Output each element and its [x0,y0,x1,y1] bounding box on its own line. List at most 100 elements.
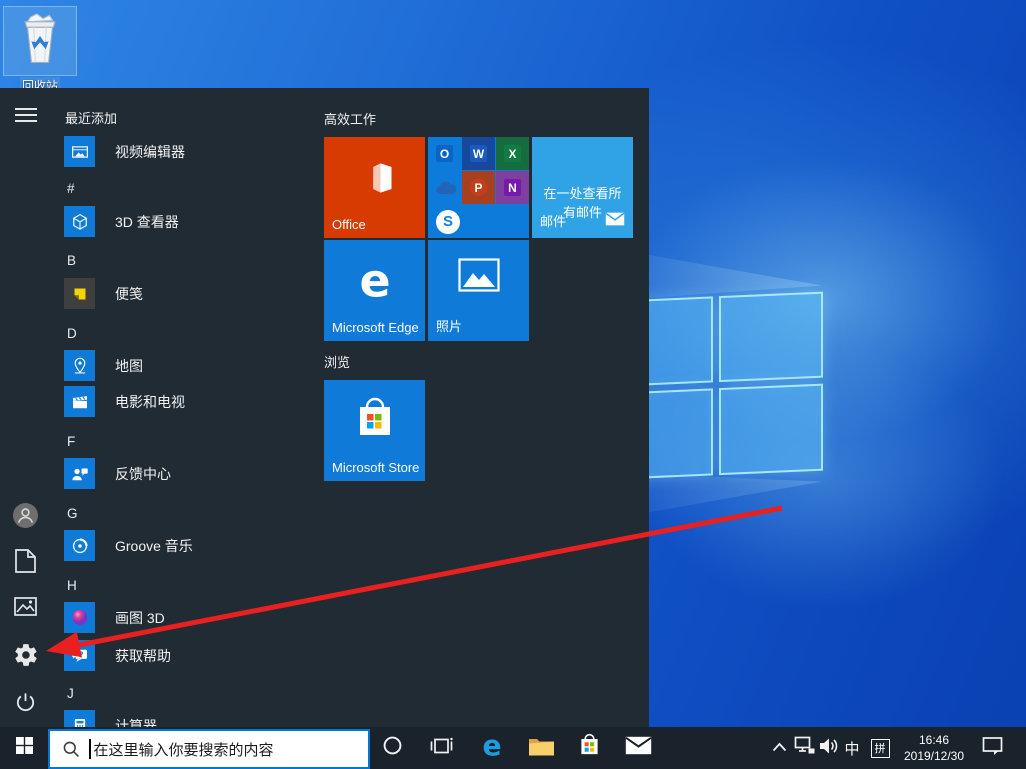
gear-icon [13,655,39,672]
mail-envelope-icon [625,736,652,760]
app-list-letter[interactable]: H [67,578,77,593]
app-list-letter[interactable]: B [67,253,76,268]
app-list-letter[interactable]: G [67,506,78,521]
pictures-icon [14,603,37,620]
tile-office-apps-grid[interactable]: O W X P N S [428,137,529,238]
text-caret [89,739,91,759]
file-explorer-button[interactable] [524,727,558,769]
document-icon [15,560,36,577]
network-icon [794,736,815,760]
app-list-item-feedback-hub[interactable]: 反馈中心 [64,458,95,489]
tile-label: Microsoft Edge [332,320,419,335]
settings-button[interactable] [13,642,39,673]
recycle-bin-icon [15,12,65,71]
mail-taskbar-button[interactable] [621,727,655,769]
app-list-item-calculator[interactable]: 计算器 [64,710,95,727]
app-list-letter[interactable]: J [67,686,74,701]
onenote-icon: N [496,171,529,204]
windows-logo-pane [719,384,823,476]
store-icon [324,394,425,444]
tile-office[interactable]: Office [324,137,425,238]
outlook-icon: O [428,137,461,170]
clock-tray-button[interactable]: 16:46 2019/12/30 [897,732,971,764]
app-list-item-paint-3d[interactable]: 画图 3D [64,602,95,633]
cortana-icon [382,735,403,761]
desktop-screen: 回收站 [0,0,1026,769]
tile-label: 照片 [436,316,462,335]
taskbar-search-input[interactable]: 在这里输入你要搜索的内容 [48,729,370,769]
app-list-item-groove-music[interactable]: Groove 音乐 [64,530,95,561]
app-list-letter[interactable]: F [67,434,75,449]
tile-group-header-productivity: 高效工作 [324,109,376,128]
task-view-icon [430,735,454,762]
office-icon [324,155,425,201]
onedrive-icon [428,171,461,204]
app-list-item-video-editor[interactable]: 视频编辑器 [64,136,95,167]
paint-3d-icon [64,602,95,633]
recycle-bin-desktop-icon[interactable]: 回收站 [3,6,77,95]
search-icon [62,740,81,759]
movies-tv-icon [64,386,95,417]
pictures-button[interactable] [14,597,37,621]
ime-mode-label: 拼 [871,739,890,758]
start-menu-expand-button[interactable] [15,107,37,128]
edge-icon: e [324,258,425,308]
power-icon [14,701,37,718]
recently-added-header: 最近添加 [65,108,117,127]
user-avatar-icon [13,515,38,532]
action-center-button[interactable] [976,727,1008,769]
tile-label: 邮件 [540,211,566,230]
mail-envelope-icon [605,212,625,229]
store-taskbar-button[interactable] [572,727,606,769]
documents-button[interactable] [15,549,36,578]
feedback-hub-icon [64,458,95,489]
speaker-icon [819,737,840,760]
app-list-item-movies-tv[interactable]: 电影和电视 [64,386,95,417]
app-list-item-maps[interactable]: 地图 [64,350,95,381]
powerpoint-icon: P [462,171,495,204]
tile-microsoft-edge[interactable]: e Microsoft Edge [324,240,425,341]
windows-start-icon [16,737,33,759]
tile-photos[interactable]: 照片 [428,240,529,341]
calculator-icon [64,710,95,727]
tile-label: Microsoft Store [332,460,419,475]
power-button[interactable] [14,691,37,719]
task-view-button[interactable] [425,727,459,769]
app-list-letter[interactable]: D [67,326,77,341]
app-list-item-get-help[interactable]: ? 获取帮助 [64,640,95,671]
sticky-notes-icon [64,278,95,309]
clock-date: 2019/12/30 [897,748,971,764]
tile-microsoft-store[interactable]: Microsoft Store [324,380,425,481]
chevron-up-icon [772,739,787,757]
hamburger-icon [15,110,37,127]
word-icon: W [462,137,495,170]
groove-music-icon [64,530,95,561]
photos-icon [428,258,529,292]
skype-icon: S [428,205,529,238]
app-list-item-sticky-notes[interactable]: 便笺 [64,278,95,309]
app-list-item-3d-viewer[interactable]: 3D 查看器 [64,206,95,237]
tile-group-header-explore: 浏览 [324,352,350,371]
video-editor-icon [64,136,95,167]
cortana-button[interactable] [375,727,409,769]
taskbar: 在这里输入你要搜索的内容 e [0,727,1026,769]
tile-label: Office [332,217,366,232]
windows-logo-pane [719,292,823,383]
start-menu: 最近添加 视频编辑器 # 3D 查看器 B 便笺 D 地图 [0,88,649,727]
edge-icon: e [477,731,507,766]
3d-viewer-icon [64,206,95,237]
search-placeholder: 在这里输入你要搜索的内容 [94,739,274,760]
tile-mail[interactable]: 在一处查看所有邮件 邮件 [532,137,633,238]
user-account-button[interactable] [13,503,38,533]
action-center-icon [982,736,1003,761]
svg-text:e: e [482,731,501,761]
svg-text:e: e [359,258,390,308]
clock-time: 16:46 [897,732,971,748]
edge-taskbar-button[interactable]: e [475,727,509,769]
maps-icon [64,350,95,381]
excel-icon: X [496,137,529,170]
app-list-letter[interactable]: # [67,181,75,196]
ime-language-button[interactable]: 中 [838,727,866,769]
ime-mode-button[interactable]: 拼 [866,727,894,769]
start-button[interactable] [7,727,41,769]
